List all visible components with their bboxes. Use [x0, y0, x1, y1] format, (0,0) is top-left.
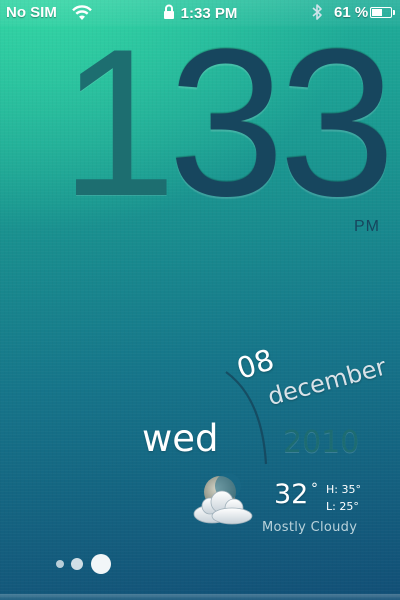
- weather-condition: Mostly Cloudy: [262, 520, 358, 535]
- lockscreen-clock: 1 33 PM: [0, 5, 400, 240]
- date-month: december: [264, 352, 390, 411]
- clock-hour: 1: [60, 5, 177, 240]
- low-temperature: L: 25°: [326, 500, 359, 513]
- partly-cloudy-night-icon: [193, 473, 253, 525]
- page-dot-1[interactable]: [56, 560, 64, 568]
- date-year: 2010: [283, 425, 360, 460]
- clock-ampm: PM: [354, 218, 380, 235]
- date-weekday: wed: [142, 417, 219, 460]
- high-temperature: H: 35°: [326, 483, 361, 496]
- page-dot-2[interactable]: [71, 558, 83, 570]
- temperature-degree-symbol: °: [311, 481, 318, 497]
- clock-minutes: 33: [168, 5, 396, 240]
- page-dot-3-active[interactable]: [91, 554, 111, 574]
- bottom-dock-edge: [0, 594, 400, 600]
- current-temperature: 32: [274, 479, 309, 510]
